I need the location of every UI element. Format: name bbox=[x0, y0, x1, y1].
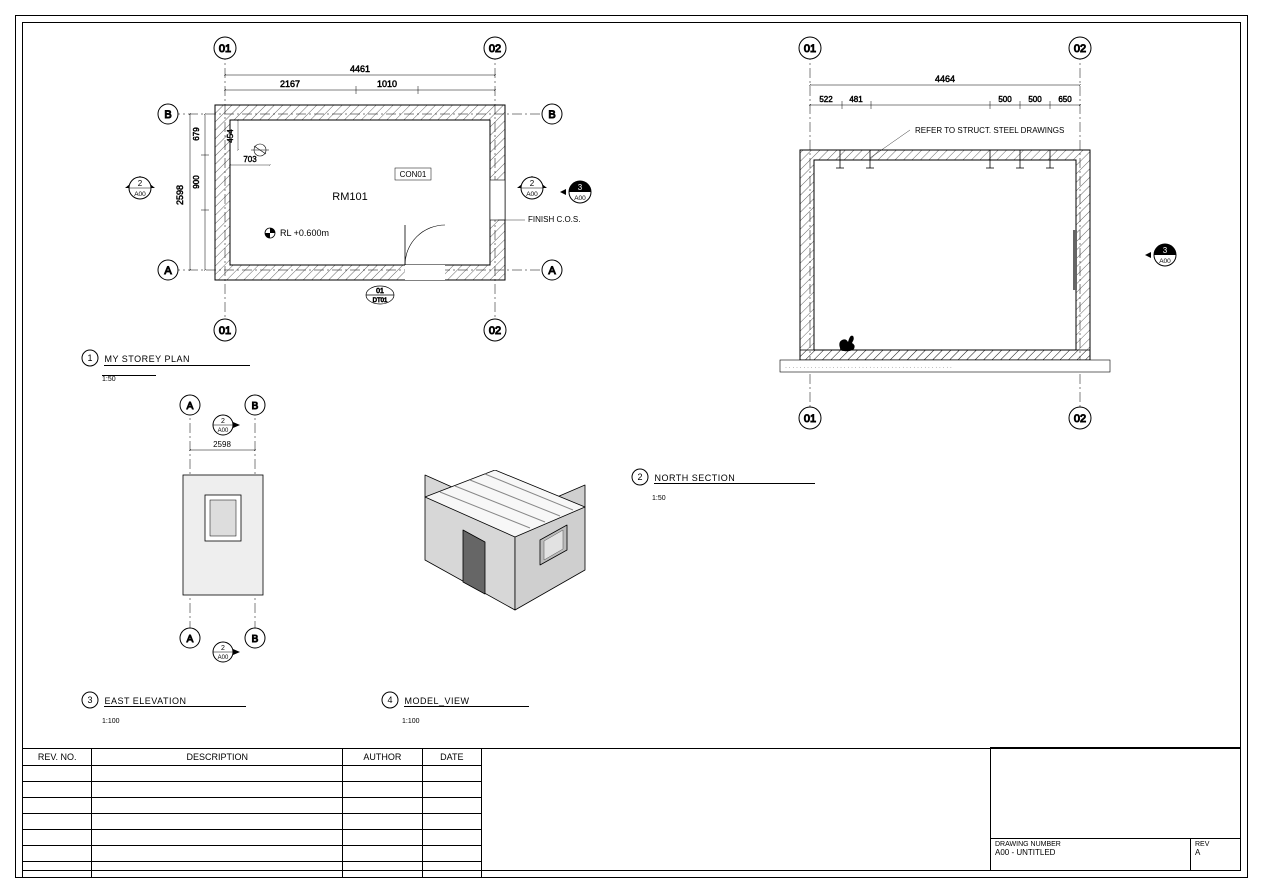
table-row bbox=[23, 862, 482, 878]
svg-text:01: 01 bbox=[804, 413, 816, 425]
svg-text:RL +0.600m: RL +0.600m bbox=[280, 228, 329, 238]
north-section-drawing: 01 02 01 02 4464 522 481 500 500 650 bbox=[770, 30, 1220, 450]
view-title-2: 2 NORTH SECTION 1:50 bbox=[630, 467, 815, 505]
svg-text:1010: 1010 bbox=[377, 79, 397, 89]
svg-text:02: 02 bbox=[1074, 413, 1086, 425]
table-row bbox=[23, 798, 482, 814]
model-view-drawing bbox=[395, 470, 605, 665]
svg-text:02: 02 bbox=[489, 325, 501, 337]
svg-text:B: B bbox=[252, 401, 259, 412]
svg-text:B: B bbox=[252, 634, 259, 645]
svg-text:A: A bbox=[548, 265, 556, 277]
svg-text:A00: A00 bbox=[1159, 258, 1171, 265]
svg-text:2: 2 bbox=[530, 179, 535, 188]
svg-text:02: 02 bbox=[489, 43, 501, 55]
svg-text:REFER TO STRUCT. STEEL DRAWING: REFER TO STRUCT. STEEL DRAWINGS bbox=[915, 126, 1064, 135]
rev-label: REV bbox=[1195, 841, 1237, 848]
table-row bbox=[23, 766, 482, 782]
svg-text:2598: 2598 bbox=[213, 440, 231, 449]
view-title-1: 1 MY STOREY PLAN 1:50 bbox=[80, 348, 250, 386]
svg-text:· · · · · · · · · · · · · · ·: · · · · · · · · · · · · · · · · · · · · … bbox=[785, 365, 952, 371]
svg-text:481: 481 bbox=[849, 95, 863, 104]
svg-text:A: A bbox=[187, 401, 194, 412]
svg-text:01: 01 bbox=[219, 325, 231, 337]
svg-text:B: B bbox=[164, 109, 171, 121]
svg-text:2: 2 bbox=[221, 418, 225, 425]
rev-col-author: AUTHOR bbox=[343, 749, 423, 766]
svg-text:679: 679 bbox=[192, 127, 201, 141]
svg-text:DT01: DT01 bbox=[373, 298, 388, 304]
svg-text:3: 3 bbox=[87, 695, 92, 705]
view-title-3: 3 EAST ELEVATION 1:100 bbox=[80, 690, 246, 728]
bottom-divider bbox=[22, 748, 1241, 749]
svg-text:4464: 4464 bbox=[935, 74, 955, 84]
drawing-number: A00 - UNTITLED bbox=[995, 848, 1186, 857]
svg-text:2598: 2598 bbox=[175, 185, 185, 205]
svg-text:A00: A00 bbox=[574, 195, 586, 202]
svg-text:A00: A00 bbox=[218, 655, 229, 661]
svg-text:A00: A00 bbox=[526, 191, 538, 198]
svg-text:703: 703 bbox=[243, 155, 257, 164]
table-row bbox=[23, 814, 482, 830]
view-title-4: 4 MODEL_VIEW 1:100 bbox=[380, 690, 529, 728]
svg-text:A: A bbox=[187, 634, 194, 645]
rev-col-desc: DESCRIPTION bbox=[92, 749, 343, 766]
svg-text:454: 454 bbox=[226, 129, 235, 143]
svg-text:2: 2 bbox=[637, 472, 642, 482]
svg-text:A00: A00 bbox=[218, 428, 229, 434]
svg-text:4461: 4461 bbox=[350, 64, 370, 74]
drawing-sheet: 01 02 01 02 B B A A 4461 2167 1010 bbox=[0, 0, 1263, 893]
revision-table: REV. NO. DESCRIPTION AUTHOR DATE bbox=[22, 748, 482, 878]
svg-text:522: 522 bbox=[819, 95, 833, 104]
rev-value: A bbox=[1195, 848, 1237, 857]
svg-text:2: 2 bbox=[138, 179, 143, 188]
rabbit-icon bbox=[839, 336, 854, 352]
svg-text:01: 01 bbox=[219, 43, 231, 55]
svg-text:2167: 2167 bbox=[280, 79, 300, 89]
svg-text:A00: A00 bbox=[134, 191, 146, 198]
svg-text:650: 650 bbox=[1058, 95, 1072, 104]
svg-text:02: 02 bbox=[1074, 43, 1086, 55]
svg-text:500: 500 bbox=[1028, 95, 1042, 104]
svg-text:3: 3 bbox=[1163, 246, 1168, 255]
svg-text:RM101: RM101 bbox=[332, 191, 367, 203]
table-row bbox=[23, 846, 482, 862]
svg-text:3: 3 bbox=[578, 183, 583, 192]
drawing-number-label: DRAWING NUMBER bbox=[995, 841, 1186, 848]
section-marker-left: 2 A00 bbox=[125, 176, 155, 199]
title-block: DRAWING NUMBER A00 - UNTITLED REV A bbox=[990, 747, 1241, 871]
svg-text:4: 4 bbox=[387, 695, 392, 705]
table-row bbox=[23, 782, 482, 798]
svg-text:900: 900 bbox=[192, 175, 201, 189]
svg-text:2: 2 bbox=[221, 645, 225, 652]
svg-text:B: B bbox=[548, 109, 555, 121]
svg-text:500: 500 bbox=[998, 95, 1012, 104]
svg-text:CON01: CON01 bbox=[400, 170, 427, 179]
svg-text:01: 01 bbox=[804, 43, 816, 55]
svg-text:A: A bbox=[164, 265, 172, 277]
svg-text:FINISH C.O.S.: FINISH C.O.S. bbox=[528, 215, 580, 224]
east-elevation-drawing: A B A B 2598 2 A00 2 A00 bbox=[145, 390, 325, 675]
svg-text:01: 01 bbox=[376, 288, 384, 295]
table-row bbox=[23, 830, 482, 846]
svg-text:1: 1 bbox=[87, 353, 92, 363]
rev-col-no: REV. NO. bbox=[23, 749, 92, 766]
rev-col-date: DATE bbox=[422, 749, 481, 766]
storey-plan-drawing: 01 02 01 02 B B A A 4461 2167 1010 bbox=[120, 30, 600, 380]
